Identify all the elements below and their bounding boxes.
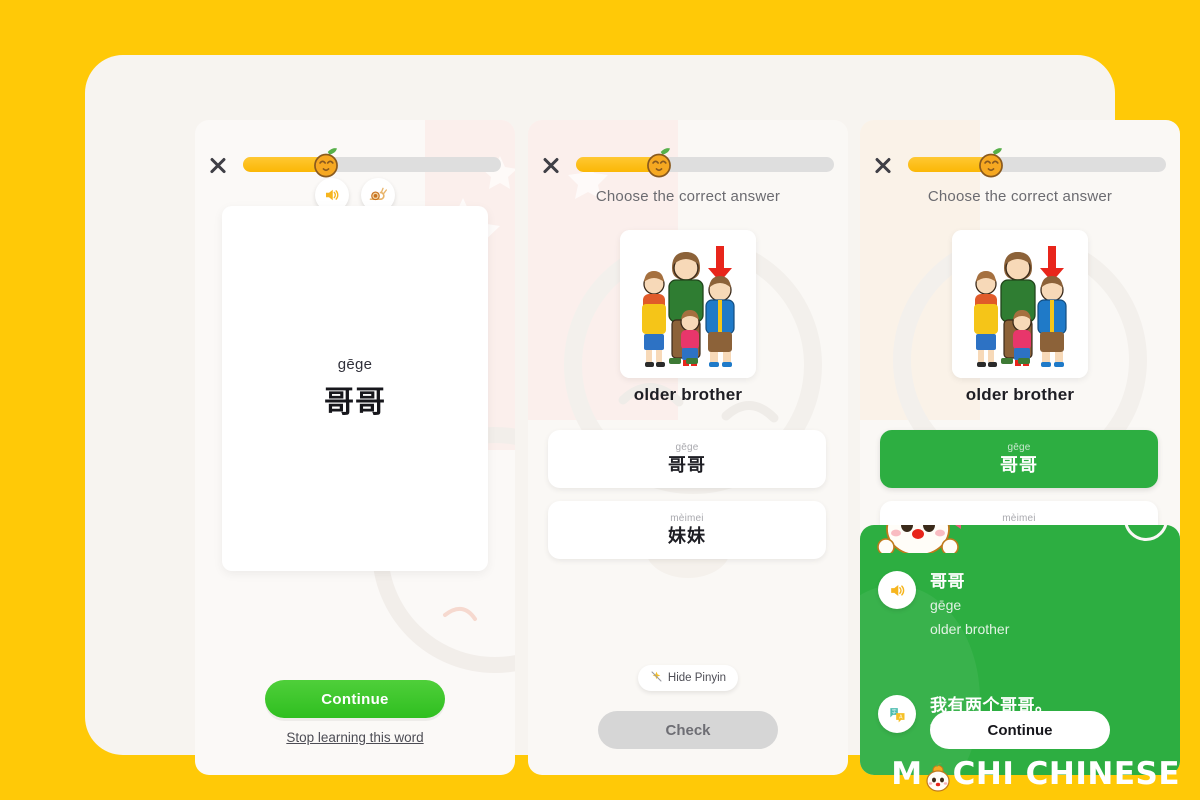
option-hanzi: 哥哥 <box>1000 455 1038 475</box>
progress-bar <box>243 148 501 178</box>
quiz-panel: Choose the correct answer older brother … <box>528 120 848 775</box>
option-pinyin: mèimei <box>670 513 704 524</box>
result-hanzi: 哥哥 <box>930 572 965 591</box>
mochi-cat-mascot-icon <box>865 525 975 556</box>
flashcard-panel: gēge 哥哥 Continue Stop learning this word <box>195 120 515 775</box>
brand-text-right: CHI CHINESE <box>952 756 1180 792</box>
panel-header <box>528 148 848 188</box>
result-sheet: 哥哥 gēge older brother 字 A 我有两个哥哥。 Contin… <box>860 525 1180 775</box>
close-icon[interactable] <box>540 154 562 176</box>
result-english: older brother <box>930 621 1010 637</box>
result-pinyin: gēge <box>930 597 962 613</box>
question-image <box>620 230 756 378</box>
screenshot-root: gēge 哥哥 Continue Stop learning this word <box>0 0 1200 800</box>
app-shell: gēge 哥哥 Continue Stop learning this word <box>85 55 1180 775</box>
result-continue-button[interactable]: Continue <box>930 711 1110 749</box>
quiz-prompt: Choose the correct answer <box>927 188 1113 205</box>
result-panel: Choose the correct answer older brother … <box>860 120 1180 775</box>
option-pinyin: mèimei <box>1002 513 1036 524</box>
mochi-mascot-icon <box>923 762 953 792</box>
flashcard[interactable]: gēge 哥哥 <box>222 206 488 571</box>
translate-icon[interactable]: 字 A <box>878 695 916 733</box>
question-word: older brother <box>633 385 743 404</box>
brand-logo: M CHI CHINESE <box>891 756 1180 792</box>
tangerine-icon <box>642 146 676 180</box>
quiz-prompt: Choose the correct answer <box>595 188 781 205</box>
hide-pinyin-label: Hide Pinyin <box>667 672 727 684</box>
flashcard-hanzi: 哥哥 <box>324 386 386 419</box>
sparkle-off-icon <box>650 670 663 686</box>
hide-pinyin-button[interactable]: Hide Pinyin <box>638 665 738 691</box>
panel-header <box>860 148 1180 188</box>
continue-button[interactable]: Continue <box>265 680 445 718</box>
svg-text:字: 字 <box>892 708 897 715</box>
close-icon[interactable] <box>207 154 229 176</box>
speaker-icon[interactable] <box>878 571 916 609</box>
option-pinyin: gēge <box>675 442 699 453</box>
brand-text-left: M <box>891 756 923 792</box>
progress-bar <box>908 148 1166 178</box>
option-hanzi: 哥哥 <box>668 455 706 475</box>
tangerine-icon <box>309 146 343 180</box>
close-icon[interactable] <box>872 154 894 176</box>
flashcard-pinyin: gēge <box>337 356 373 373</box>
check-button[interactable]: Check <box>598 711 778 749</box>
question-image <box>952 230 1088 378</box>
svg-text:A: A <box>899 715 903 721</box>
tangerine-icon <box>974 146 1008 180</box>
stop-learning-link[interactable]: Stop learning this word <box>195 730 515 745</box>
answer-option-1-selected[interactable]: gēge 哥哥 <box>880 430 1158 488</box>
option-pinyin: gēge <box>1007 442 1031 453</box>
progress-bar <box>576 148 834 178</box>
option-hanzi: 妹妹 <box>668 526 706 546</box>
answer-option-1[interactable]: gēge 哥哥 <box>548 430 826 488</box>
result-word-row: 哥哥 gēge older brother <box>878 571 1009 641</box>
question-word: older brother <box>965 385 1075 404</box>
answer-option-2[interactable]: mèimei 妹妹 <box>548 501 826 559</box>
chevron-down-icon[interactable] <box>1124 525 1168 541</box>
